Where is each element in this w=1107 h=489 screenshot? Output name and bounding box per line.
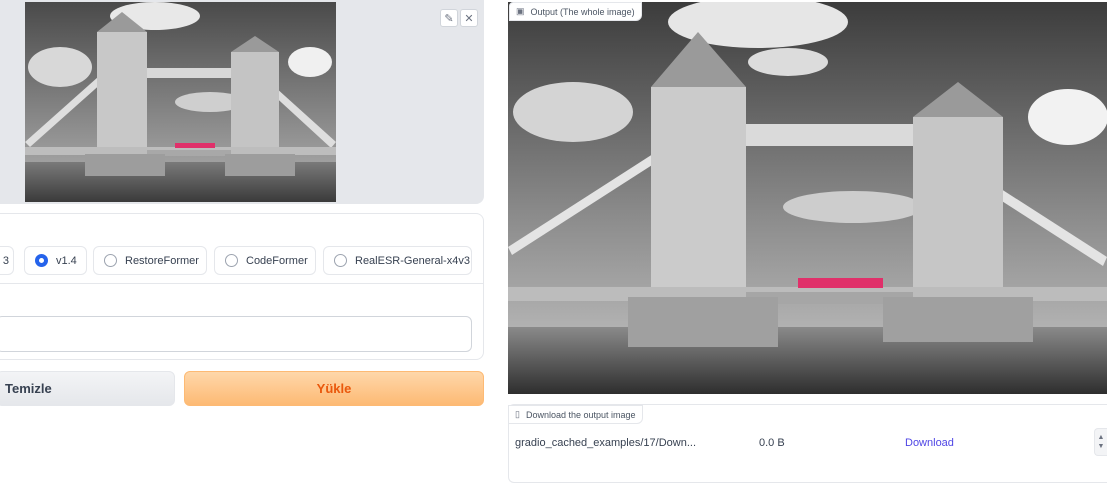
radio-label: CodeFormer — [246, 254, 308, 267]
radio-label: 3 — [2, 254, 9, 267]
input-image-panel[interactable]: ✎ ✕ — [0, 0, 484, 204]
radio-unchecked-icon — [225, 254, 238, 267]
clear-image-button[interactable]: ✕ — [460, 9, 478, 27]
radio-option-restoreformer[interactable]: RestoreFormer — [93, 246, 207, 275]
file-name: gradio_cached_examples/17/Down... — [515, 437, 697, 449]
radio-unchecked-icon — [334, 254, 347, 267]
file-icon: ▯ — [515, 409, 520, 419]
radio-label: RealESR-General-x4v3 — [355, 254, 470, 267]
output-image — [508, 2, 1107, 394]
scrollbar[interactable]: ▲ ▼ — [1094, 428, 1107, 456]
edit-image-button[interactable]: ✎ — [440, 9, 458, 27]
output-image-panel — [508, 2, 1107, 394]
output-label: ▣ Output (The whole image) — [509, 2, 642, 21]
chevron-up-icon: ▲ — [1097, 434, 1105, 441]
radio-label: v1.4 — [56, 254, 77, 267]
chevron-down-icon: ▼ — [1097, 443, 1105, 450]
radio-option-realesr[interactable]: RealESR-General-x4v3 — [323, 246, 472, 275]
download-label-text: Download the output image — [525, 409, 636, 420]
pencil-icon: ✎ — [444, 12, 454, 25]
download-link[interactable]: Download — [905, 437, 954, 449]
radio-checked-icon — [35, 254, 48, 267]
radio-option-codeformer[interactable]: CodeFormer — [214, 246, 316, 275]
close-icon: ✕ — [464, 12, 474, 25]
file-size: 0.0 B — [759, 437, 785, 449]
options-divider — [0, 283, 484, 284]
radio-option-partial[interactable]: 3 — [0, 246, 14, 275]
output-label-text: Output (The whole image) — [530, 6, 635, 17]
radio-label: RestoreFormer — [125, 254, 199, 267]
image-icon: ▣ — [516, 6, 525, 16]
radio-unchecked-icon — [104, 254, 117, 267]
text-input[interactable] — [0, 316, 472, 352]
input-image — [25, 2, 336, 202]
submit-button[interactable]: Yükle — [184, 371, 484, 406]
radio-option-v14[interactable]: v1.4 — [24, 246, 87, 275]
download-label: ▯ Download the output image — [508, 405, 643, 424]
clear-button[interactable]: Temizle — [0, 371, 175, 406]
app-root: ✎ ✕ 3 v1.4 RestoreFormer CodeFormer Real… — [0, 0, 1107, 489]
